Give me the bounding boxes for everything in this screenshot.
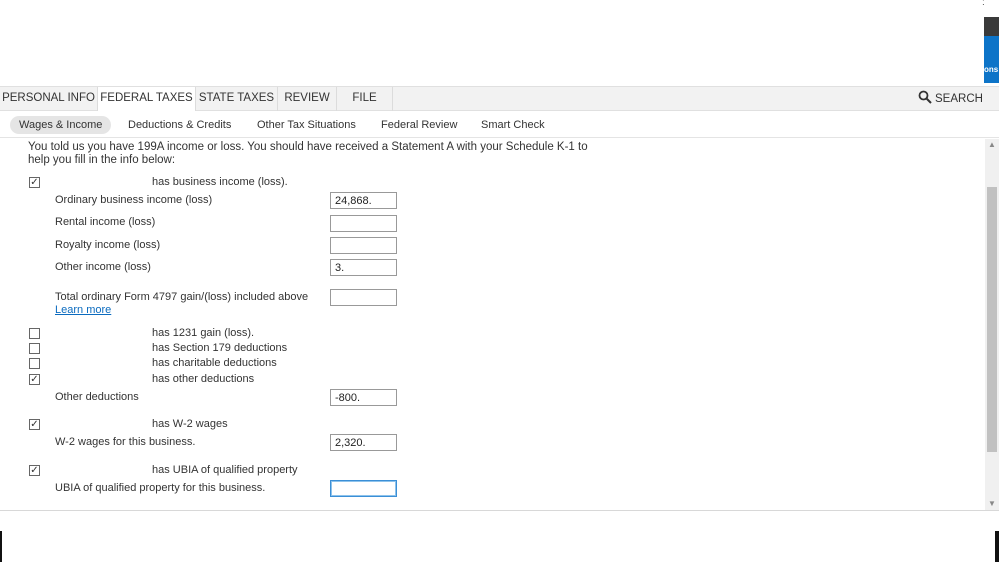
w2-wages-input[interactable] [330,434,397,451]
content-scrollbar[interactable]: ▲ ▼ [985,139,999,510]
other-income-label: Other income (loss) [55,261,151,273]
form4797-label: Total ordinary Form 4797 gain/(loss) inc… [55,291,325,317]
footer-area [0,510,999,562]
tab-state-taxes[interactable]: STATE TAXES [196,87,278,111]
other-deductions-cb-label: has other deductions [152,373,255,385]
other-deductions-input[interactable] [330,389,397,406]
subtab-wages-income[interactable]: Wages & Income [10,116,112,134]
search-button[interactable]: SEARCH [918,87,983,111]
w2-wages-label: W-2 wages for this business. [55,436,196,448]
business-income-label: has business income (loss). [152,176,288,188]
w2-wages-cb-label: has W-2 wages [152,418,228,430]
scroll-down-arrow-icon[interactable]: ▼ [985,498,999,510]
royalty-income-input[interactable] [330,237,397,254]
subtab-other-tax-situations[interactable]: Other Tax Situations [257,116,356,134]
other-income-input[interactable] [330,259,397,276]
sub-nav: Wages & Income Deductions & Credits Othe… [0,111,999,138]
ubia-cb-label: has UBIA of qualified property [152,464,298,476]
magnifier-icon [918,90,932,104]
rental-income-input[interactable] [330,215,397,232]
form4797-label-text: Total ordinary Form 4797 gain/(loss) inc… [55,291,309,303]
subtab-smart-check[interactable]: Smart Check [481,116,545,134]
ubia-checkbox[interactable]: ✓ [29,465,40,476]
main-nav: PERSONAL INFO FEDERAL TAXES STATE TAXES … [0,86,999,112]
tab-review[interactable]: REVIEW [278,87,337,111]
other-deductions-label: Other deductions [55,391,139,403]
corner-dark-block [984,17,999,36]
ordinary-income-label: Ordinary business income (loss) [55,194,213,206]
other-deductions-checkbox[interactable]: ✓ [29,374,40,385]
scroll-up-arrow-icon[interactable]: ▲ [985,139,999,151]
corner-blue-badge[interactable]: ons [984,36,999,83]
learn-more-link[interactable]: Learn more [55,304,111,316]
scroll-thumb[interactable] [987,187,997,452]
tab-file[interactable]: FILE [337,87,393,111]
charitable-label: has charitable deductions [152,357,277,369]
section179-label: has Section 179 deductions [152,342,288,354]
tab-federal-taxes[interactable]: FEDERAL TAXES [98,87,196,112]
subtab-federal-review[interactable]: Federal Review [381,116,457,134]
section179-checkbox[interactable] [29,343,40,354]
footer-left-edge [0,531,2,562]
ubia-label: UBIA of qualified property for this busi… [55,482,266,494]
footer-right-edge [995,531,999,562]
ubia-input[interactable] [330,480,397,497]
subtab-deductions-credits[interactable]: Deductions & Credits [128,116,231,134]
gain-1231-label: has 1231 gain (loss). [152,327,255,339]
gain-1231-checkbox[interactable] [29,328,40,339]
w2-wages-checkbox[interactable]: ✓ [29,419,40,430]
tab-personal-info[interactable]: PERSONAL INFO [0,87,98,111]
charitable-checkbox[interactable] [29,358,40,369]
search-label: SEARCH [935,93,983,105]
page-header-area [0,0,999,86]
more-options-icon[interactable]: : [982,0,986,8]
ordinary-income-input[interactable] [330,192,397,209]
intro-text: You told us you have 199A income or loss… [28,141,588,166]
business-income-checkbox[interactable]: ✓ [29,177,40,188]
royalty-income-label: Royalty income (loss) [55,239,161,251]
form4797-input[interactable] [330,289,397,306]
rental-income-label: Rental income (loss) [55,216,156,228]
